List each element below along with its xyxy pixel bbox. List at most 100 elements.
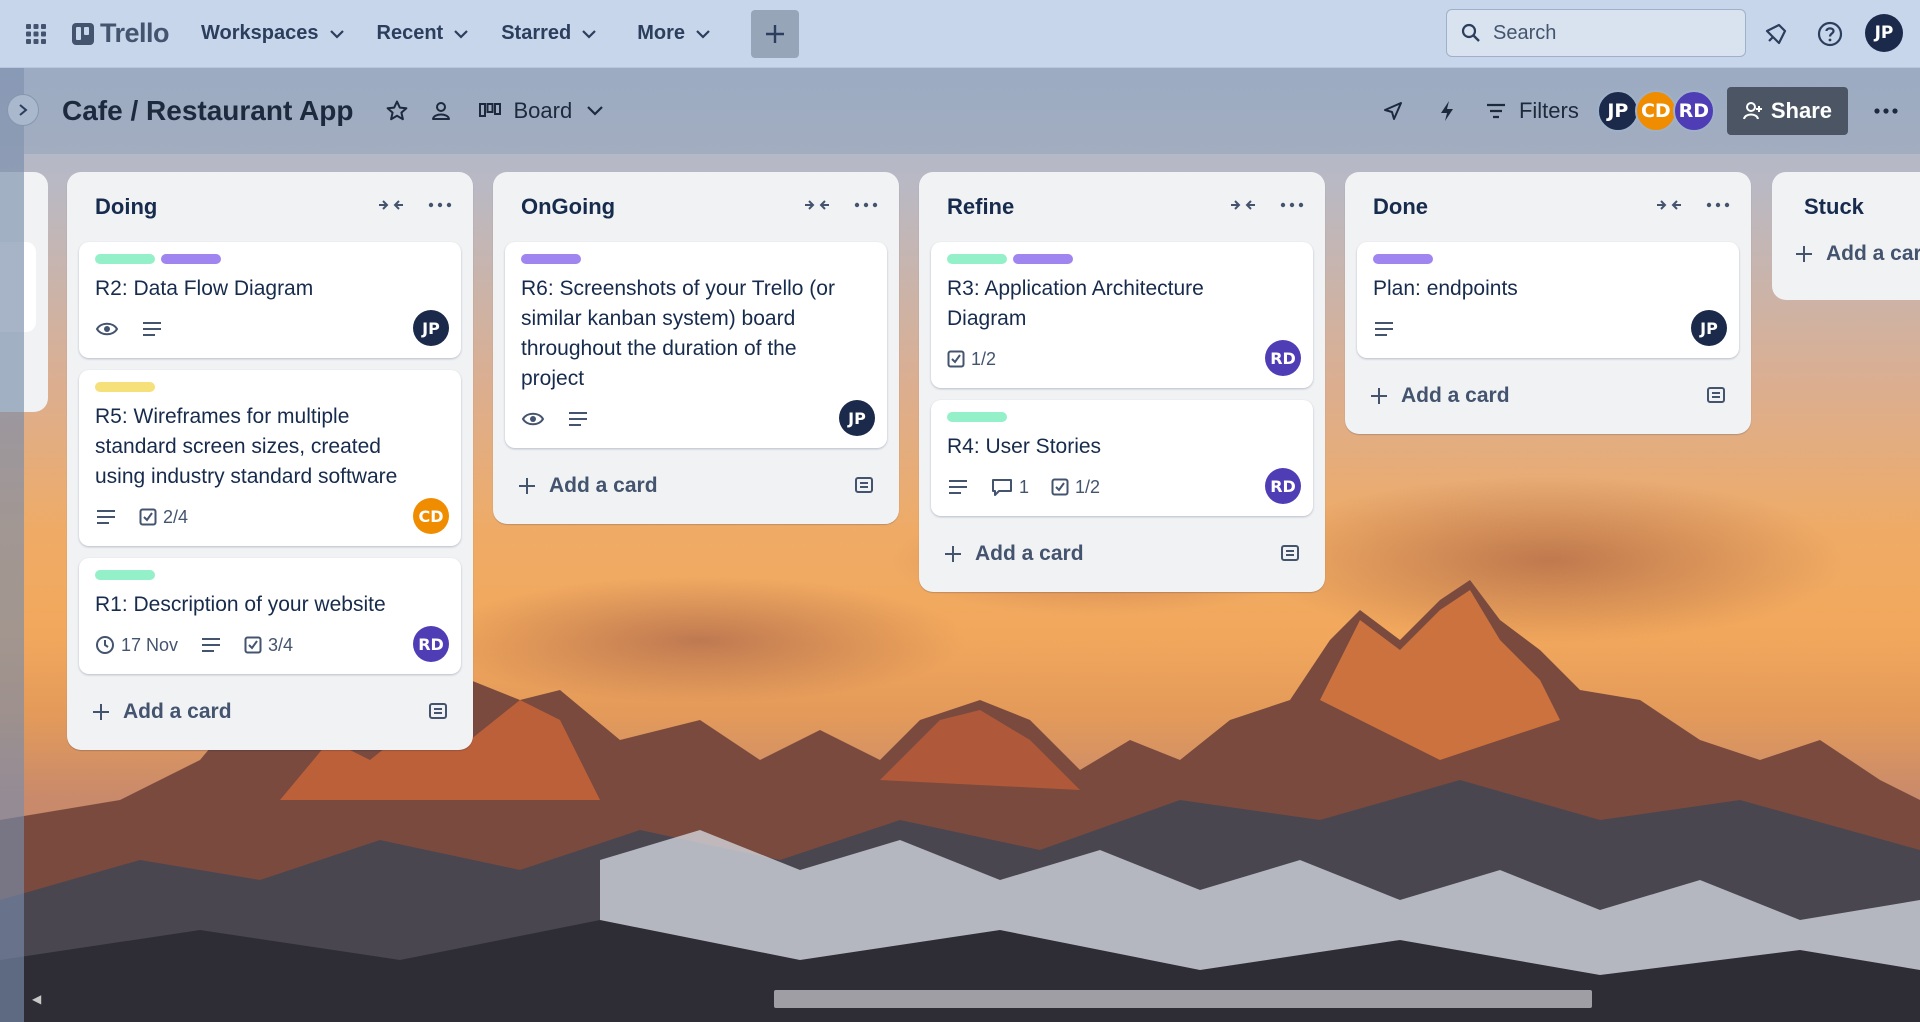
label-green[interactable]	[947, 412, 1007, 422]
app-switcher-button[interactable]	[18, 16, 54, 52]
sidebar-expand-button[interactable]	[7, 94, 39, 126]
plus-icon	[519, 478, 535, 494]
card-member-avatar[interactable]: JP	[1691, 310, 1727, 346]
more-label: More	[637, 22, 686, 44]
description-icon	[202, 638, 221, 652]
description-badge	[947, 478, 969, 496]
share-button[interactable]: Share	[1726, 87, 1848, 135]
card[interactable]: R2: Data Flow Diagram JP	[79, 242, 461, 358]
list-title[interactable]: Doing	[95, 194, 157, 220]
scrollbar-thumb[interactable]	[774, 990, 1592, 1008]
horizontal-scrollbar[interactable]: ◀	[24, 990, 1920, 1014]
card[interactable]: R4: User Stories 1 1/2 RD	[931, 400, 1313, 516]
card-member-avatar[interactable]: JP	[413, 310, 449, 346]
label-yellow[interactable]	[95, 382, 155, 392]
scroll-left-arrow-icon[interactable]: ◀	[32, 992, 41, 1006]
label-purple[interactable]	[521, 254, 581, 264]
list-menu-icon[interactable]	[427, 192, 453, 218]
list-header[interactable]: Done	[1357, 172, 1739, 242]
label-green[interactable]	[947, 254, 1007, 264]
card-title: R6: Screenshots of your Trello (or simil…	[521, 277, 835, 390]
clock-icon	[96, 636, 114, 654]
checklist-icon	[947, 350, 965, 368]
add-card-label: Add a card	[549, 474, 658, 497]
card-member-avatar[interactable]: CD	[413, 498, 449, 534]
member-avatar-cd[interactable]: CD	[1634, 90, 1677, 132]
help-button[interactable]	[1810, 14, 1850, 54]
collapse-list-icon[interactable]	[1229, 192, 1257, 218]
card-member-avatar[interactable]: RD	[413, 626, 449, 662]
view-switcher[interactable]: Board	[479, 98, 604, 124]
card-member-avatar[interactable]: RD	[1265, 468, 1301, 504]
label-green[interactable]	[95, 570, 155, 580]
filters-button[interactable]: Filters	[1485, 98, 1579, 124]
member-avatar-rd[interactable]: RD	[1672, 90, 1715, 132]
add-card-label: Add a card	[1826, 242, 1920, 265]
collapse-list-icon[interactable]	[377, 192, 405, 218]
card[interactable]: R1: Description of your website 17 Nov 3…	[79, 558, 461, 674]
list-title[interactable]: Done	[1373, 194, 1428, 220]
collapse-list-icon[interactable]	[803, 192, 831, 218]
board-menu-button[interactable]	[1862, 87, 1910, 135]
recent-label: Recent	[376, 22, 444, 44]
card[interactable]: R5: Wireframes for multiple standard scr…	[79, 370, 461, 546]
list-title[interactable]: OnGoing	[521, 194, 615, 220]
list-menu-icon[interactable]	[853, 192, 879, 218]
comment-icon	[992, 479, 1012, 496]
visibility-button[interactable]	[421, 91, 461, 131]
card[interactable]: Plan: endpoints JP	[1357, 242, 1739, 358]
collapse-list-icon[interactable]	[1655, 192, 1683, 218]
checklist-count: 2/4	[163, 506, 189, 527]
card-labels	[947, 254, 1297, 264]
plus-icon	[93, 704, 109, 720]
add-card-button[interactable]: Add a card	[1357, 370, 1739, 422]
create-button[interactable]	[751, 9, 800, 58]
label-purple[interactable]	[1013, 254, 1073, 264]
label-purple[interactable]	[1373, 254, 1433, 264]
more-menu[interactable]: More	[621, 10, 727, 58]
description-badge	[95, 508, 117, 526]
add-card-button[interactable]: Add a card	[1788, 242, 1920, 266]
card-template-icon[interactable]	[853, 474, 875, 496]
list-header[interactable]: Doing	[79, 172, 461, 242]
list-menu-icon[interactable]	[1279, 192, 1305, 218]
list-header[interactable]: Refine	[931, 172, 1313, 242]
due-date-badge[interactable]: 17 Nov	[95, 635, 178, 656]
card[interactable]: R6: Screenshots of your Trello (or simil…	[505, 242, 887, 448]
workspaces-menu[interactable]: Workspaces	[185, 10, 360, 58]
plus-icon	[1796, 246, 1812, 262]
card-template-icon[interactable]	[427, 700, 449, 722]
board-title[interactable]: Cafe / Restaurant App	[62, 95, 353, 127]
card-template-icon[interactable]	[1705, 384, 1727, 406]
description-badge	[1373, 320, 1395, 338]
add-card-button[interactable]: Add a card	[931, 528, 1313, 580]
add-card-button[interactable]: Add a card	[505, 460, 887, 512]
trello-logo[interactable]: Trello	[72, 18, 170, 49]
search-input[interactable]: Search	[1446, 9, 1746, 57]
notifications-button[interactable]	[1756, 14, 1796, 54]
recent-menu[interactable]: Recent	[361, 10, 486, 58]
automation-button[interactable]	[1427, 91, 1467, 131]
checklist-icon	[139, 508, 157, 526]
card-template-icon[interactable]	[1279, 542, 1301, 564]
card-badges	[521, 402, 871, 436]
filters-label: Filters	[1518, 98, 1579, 123]
list-menu-icon[interactable]	[1705, 192, 1731, 218]
list-header[interactable]: OnGoing	[505, 172, 887, 242]
eye-icon	[521, 412, 545, 426]
list-title[interactable]: Stuck	[1788, 172, 1920, 242]
board-members[interactable]: JP CD RD	[1596, 90, 1715, 132]
add-card-button[interactable]: Add a card	[79, 686, 461, 738]
label-green[interactable]	[95, 254, 155, 264]
star-board-button[interactable]	[377, 91, 417, 131]
card-member-avatar[interactable]: RD	[1265, 340, 1301, 376]
user-avatar[interactable]: JP	[1865, 14, 1903, 52]
power-ups-button[interactable]	[1373, 91, 1413, 131]
card[interactable]: R3: Application Architecture Diagram 1/2…	[931, 242, 1313, 388]
card-member-avatar[interactable]: JP	[839, 400, 875, 436]
label-purple[interactable]	[161, 254, 221, 264]
member-avatar-jp[interactable]: JP	[1596, 90, 1639, 132]
list-title[interactable]: Refine	[947, 194, 1014, 220]
card-labels	[95, 570, 445, 580]
starred-menu[interactable]: Starred	[485, 10, 613, 58]
